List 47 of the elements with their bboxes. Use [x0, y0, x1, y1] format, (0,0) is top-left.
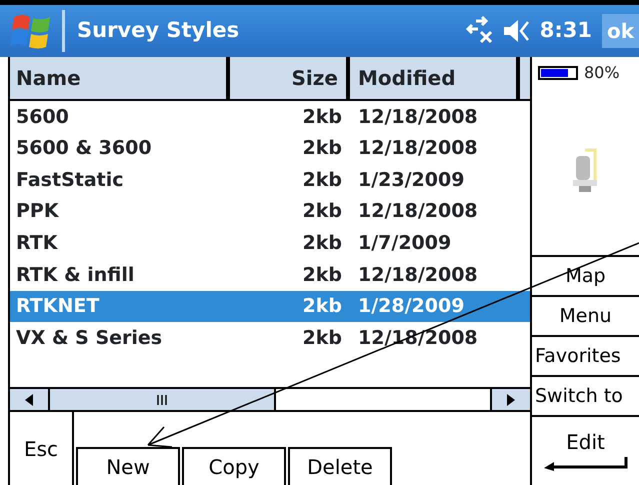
- table-cell-text: VX & S Series: [15, 326, 164, 351]
- scroll-left-icon[interactable]: [24, 394, 34, 406]
- table-cell-text: RTK: [15, 230, 59, 256]
- table-row[interactable]: FastStatic 2kb 1/23/2009: [10, 164, 530, 196]
- battery-icon: [538, 66, 578, 80]
- table-cell-text: 2kb: [302, 199, 343, 224]
- table-row[interactable]: 5600 & 3600 2kb 12/18/2008: [10, 132, 530, 164]
- column-header[interactable]: Size: [230, 57, 350, 99]
- table-cell-text: 5600 & 3600: [15, 136, 153, 162]
- scroll-right-icon[interactable]: [506, 394, 516, 406]
- table-cell-text: 1/7/2009: [357, 230, 452, 256]
- table-row[interactable]: 5600 2kb 12/18/2008: [10, 101, 530, 133]
- clock[interactable]: 8:31: [540, 15, 592, 47]
- table-cell-text: 12/18/2008: [357, 262, 479, 288]
- table-cell-text: 12/18/2008: [357, 199, 479, 224]
- softkey-button[interactable]: Delete: [288, 447, 392, 485]
- table-cell-text: 12/18/2008: [357, 104, 479, 130]
- table-cell-text: 1/23/2009: [357, 168, 466, 193]
- table-cell-text: 2kb: [302, 168, 343, 193]
- table-row[interactable]: PPK 2kb 12/18/2008: [10, 196, 530, 228]
- table-cell-text: RTKNET: [15, 294, 100, 320]
- table-row[interactable]: RTKNET 2kb 1/28/2009: [10, 290, 530, 322]
- table-cell-text: 2kb: [302, 136, 343, 162]
- connectivity-icon[interactable]: [464, 16, 494, 46]
- grip-icon: [156, 394, 168, 404]
- column-header[interactable]: Name: [10, 57, 230, 99]
- column-header[interactable]: Modified: [350, 57, 520, 99]
- table-cell-text: FastStatic: [15, 168, 125, 193]
- softkey-button[interactable]: Copy: [182, 447, 286, 485]
- battery-reading: 80%: [584, 62, 620, 84]
- window-title: Survey Styles: [77, 17, 240, 44]
- table-cell-text: 2kb: [302, 230, 343, 256]
- horizontal-scrollbar[interactable]: [10, 389, 530, 412]
- table-cell-text: 12/18/2008: [357, 136, 479, 162]
- table-cell-text: 2kb: [302, 262, 343, 288]
- return-arrow-icon: [544, 457, 628, 471]
- table-cell-text: 2kb: [302, 294, 343, 320]
- speaker-muted-icon[interactable]: [502, 18, 532, 44]
- softkey-button[interactable]: New: [76, 447, 180, 485]
- table-cell-text: 2kb: [302, 326, 343, 351]
- table-row[interactable]: RTK & infill 2kb 12/18/2008: [10, 258, 530, 291]
- table-cell-text: PPK: [15, 199, 60, 224]
- table-cell-text: 1/28/2009: [357, 294, 466, 320]
- table-cell-text: 5600: [15, 104, 70, 130]
- table-cell-text: 2kb: [302, 104, 343, 130]
- table-row[interactable]: RTK 2kb 1/7/2009: [10, 227, 530, 259]
- table-cell-text: RTK & infill: [15, 262, 136, 288]
